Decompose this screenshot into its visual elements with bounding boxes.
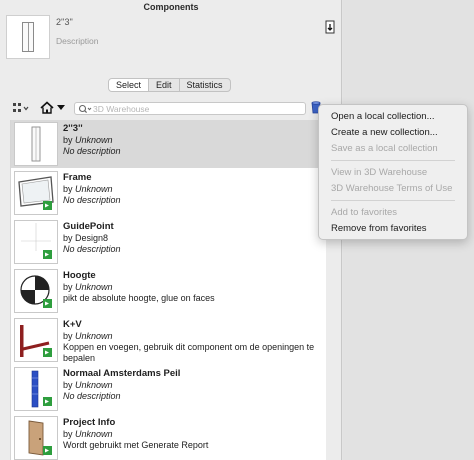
component-author: Unknown	[75, 429, 113, 439]
component-author: Design8	[75, 233, 109, 243]
author-prefix: by	[63, 282, 76, 292]
author-prefix: by	[63, 135, 76, 145]
component-name: Frame	[63, 172, 92, 183]
browse-toolbar	[0, 98, 342, 118]
component-name: Hoogte	[63, 270, 96, 281]
list-item[interactable]: Hoogte by Unknown pikt de absolute hoogt…	[11, 267, 326, 315]
search-icon	[78, 104, 92, 114]
menu-item-warehouse-terms: 3D Warehouse Terms of Use	[331, 183, 453, 194]
menu-item-create-new-collection[interactable]: Create a new collection...	[319, 125, 467, 140]
author-prefix: by	[63, 331, 76, 341]
component-description: Wordt gebruikt met Generate Report	[63, 440, 209, 450]
component-author: Unknown	[75, 331, 113, 341]
component-description: No description	[63, 195, 121, 205]
component-name: 2''3''	[63, 123, 83, 134]
component-list: 2''3'' by Unknown No description Frame b…	[10, 120, 326, 460]
warehouse-search-box[interactable]	[74, 102, 306, 115]
author-prefix: by	[63, 429, 76, 439]
component-thumbnail	[14, 318, 58, 362]
author-prefix: by	[63, 184, 76, 194]
menu-item-add-to-favorites: Add to favorites	[331, 207, 398, 218]
component-thumbnail	[14, 220, 58, 264]
list-item[interactable]: Frame by Unknown No description	[11, 169, 326, 217]
menu-item-view-in-warehouse: View in 3D Warehouse	[331, 167, 428, 178]
menu-item-save-local-collection: Save as a local collection	[331, 143, 438, 154]
list-item[interactable]: GuidePoint by Design8 No description	[11, 218, 326, 266]
component-author: Unknown	[75, 184, 113, 194]
list-item[interactable]: Project Info by Unknown Wordt gebruikt m…	[11, 414, 326, 460]
component-description: No description	[63, 244, 121, 254]
component-author: Unknown	[75, 282, 113, 292]
view-options-icon[interactable]	[12, 102, 30, 114]
component-name: K+V	[63, 319, 82, 330]
list-item[interactable]: K+V by Unknown Koppen en voegen, gebruik…	[11, 316, 326, 364]
joint-icon	[20, 325, 52, 357]
collection-context-menu: Open a local collection... Create a new …	[318, 104, 468, 240]
nap-pole-icon	[31, 370, 52, 408]
component-description: No description	[63, 391, 121, 401]
component-preview-thumbnail	[6, 15, 50, 59]
door-icon	[22, 22, 34, 52]
author-prefix: by	[63, 233, 76, 243]
display-secondary-pane-icon[interactable]	[325, 20, 335, 34]
component-description: pikt de absolute hoogte, glue on faces	[63, 293, 215, 303]
search-input[interactable]	[93, 103, 303, 114]
guidepoint-icon	[21, 223, 52, 259]
navigation-dropdown-icon[interactable]	[57, 105, 65, 110]
home-icon[interactable]	[40, 101, 54, 114]
components-panel: Components 2''3'' Description Select Edi…	[0, 0, 342, 460]
menu-item-remove-from-favorites[interactable]: Remove from favorites	[319, 221, 467, 236]
tab-statistics[interactable]: Statistics	[180, 79, 230, 91]
menu-separator	[331, 200, 455, 201]
height-marker-icon	[20, 275, 52, 308]
component-thumbnail	[14, 367, 58, 411]
component-thumbnail	[14, 171, 58, 215]
component-thumbnail	[14, 416, 58, 460]
tab-select[interactable]: Select	[109, 79, 150, 91]
component-description: No description	[63, 146, 121, 156]
menu-separator	[331, 160, 455, 161]
panel-tabs: Select Edit Statistics	[108, 78, 231, 92]
component-name: GuidePoint	[63, 221, 114, 232]
author-prefix: by	[63, 380, 76, 390]
component-name: Project Info	[63, 417, 116, 428]
preview-description: Description	[56, 36, 99, 46]
menu-item-open-local-collection[interactable]: Open a local collection...	[319, 109, 467, 124]
component-thumbnail	[14, 122, 58, 166]
component-thumbnail	[14, 269, 58, 313]
door-icon	[31, 126, 41, 162]
component-description: Koppen en voegen, gebruik dit component …	[63, 342, 315, 363]
component-author: Unknown	[75, 380, 113, 390]
tab-edit[interactable]: Edit	[149, 79, 180, 91]
list-item[interactable]: 2''3'' by Unknown No description	[11, 120, 326, 168]
frame-icon	[18, 176, 54, 210]
component-name: Normaal Amsterdams Peil	[63, 368, 181, 379]
preview-component-name: 2''3''	[56, 17, 73, 27]
list-item[interactable]: Normaal Amsterdams Peil by Unknown No de…	[11, 365, 326, 413]
component-author: Unknown	[75, 135, 113, 145]
window-title: Components	[143, 2, 199, 12]
door-info-icon	[28, 420, 52, 456]
